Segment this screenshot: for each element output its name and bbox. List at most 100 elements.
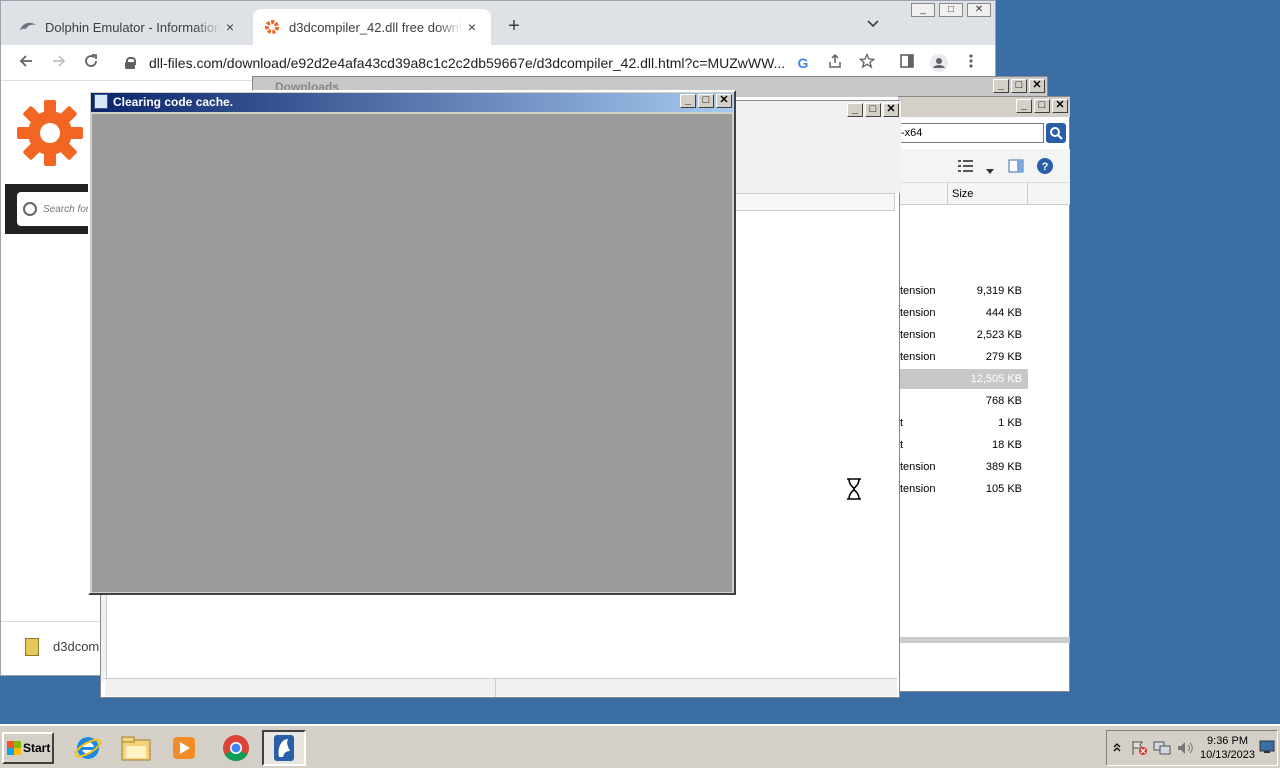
- close-button[interactable]: ✕: [967, 3, 991, 17]
- close-tab-icon[interactable]: ×: [221, 19, 239, 35]
- window-controls: _ □ ✕: [847, 103, 899, 117]
- dll-files-logo[interactable]: [15, 98, 85, 168]
- maximize-button[interactable]: □: [1011, 79, 1027, 93]
- system-tray: 9:36 PM 10/13/2023: [1106, 730, 1278, 766]
- file-row[interactable]: 12,505 KB: [898, 369, 1028, 389]
- file-size: 9,319 KB: [976, 285, 1022, 297]
- new-tab-button[interactable]: +: [504, 15, 524, 38]
- file-size: 105 KB: [985, 483, 1022, 495]
- file-type: tension: [900, 483, 936, 495]
- google-lens-icon[interactable]: G: [793, 53, 813, 73]
- dolphin-icon: [19, 18, 37, 36]
- reload-icon[interactable]: [81, 53, 101, 73]
- horizontal-scrollbar[interactable]: [898, 637, 1070, 643]
- maximize-button[interactable]: □: [865, 103, 881, 117]
- show-hidden-icons-chevron-icon[interactable]: [1113, 742, 1125, 755]
- file-explorer-icon[interactable]: [114, 730, 158, 766]
- file-size: 444 KB: [985, 307, 1022, 319]
- file-list-header: Size: [898, 183, 1070, 205]
- network-icon[interactable]: [1153, 740, 1171, 756]
- windows-flag-icon: [7, 741, 21, 755]
- close-button[interactable]: ✕: [883, 103, 899, 117]
- file-row[interactable]: tension 444 KB: [898, 303, 1028, 323]
- folder-path-field[interactable]: -x64: [898, 123, 1044, 143]
- file-type: tension: [900, 285, 936, 297]
- type-column-header[interactable]: [898, 183, 948, 204]
- zip-file-icon: [25, 638, 39, 656]
- file-row[interactable]: tension 105 KB: [898, 479, 1028, 499]
- dolphin-app-icon: [94, 94, 108, 109]
- file-row[interactable]: tension 279 KB: [898, 347, 1028, 367]
- tab-dolphin-emulator[interactable]: Dolphin Emulator - Information about ×: [9, 9, 249, 45]
- taskbar: Start 9:36 PM 10/13/2023: [0, 724, 1280, 768]
- profile-avatar-icon[interactable]: [929, 53, 949, 73]
- dolphin-icon[interactable]: [262, 730, 306, 766]
- side-panel-icon[interactable]: [897, 53, 917, 73]
- tab-d3dcompiler[interactable]: d3dcompiler_42.dll free download ×: [253, 9, 491, 45]
- chrome-icon[interactable]: [214, 730, 258, 766]
- clearing-code-cache-dialog: Clearing code cache. _ □ ✕: [88, 90, 736, 595]
- minimize-button[interactable]: _: [911, 3, 935, 17]
- file-type: t: [900, 417, 904, 429]
- internet-explorer-icon[interactable]: [66, 730, 110, 766]
- back-arrow-icon[interactable]: [16, 53, 36, 73]
- close-button[interactable]: ✕: [1029, 79, 1045, 93]
- maximize-button[interactable]: □: [1034, 99, 1050, 113]
- file-row[interactable]: tension 2,523 KB: [898, 325, 1028, 345]
- dialog-title: Clearing code cache.: [91, 93, 733, 112]
- file-type: tension: [900, 351, 936, 363]
- tab-search-chevron-icon[interactable]: [867, 17, 879, 31]
- system-clock[interactable]: 9:36 PM 10/13/2023: [1200, 734, 1255, 762]
- action-center-flag-icon[interactable]: [1130, 740, 1148, 756]
- browser-window-controls: _ □ ✕: [911, 3, 991, 17]
- search-icon[interactable]: [1046, 123, 1066, 143]
- file-row[interactable]: t 18 KB: [898, 435, 1028, 455]
- bookmark-star-icon[interactable]: [857, 52, 877, 73]
- file-row[interactable]: tension 9,319 KB: [898, 281, 1028, 301]
- file-row[interactable]: t 1 KB: [898, 413, 1028, 433]
- minimize-button[interactable]: _: [680, 94, 696, 108]
- show-desktop-icon[interactable]: [1259, 740, 1277, 756]
- view-options-icon[interactable]: [958, 159, 974, 176]
- minimize-button[interactable]: _: [1016, 99, 1032, 113]
- explorer-window-files: _ □ ✕ -x64 ? Size tension 9,319 KB tension…: [898, 96, 1070, 692]
- menu-kebab-icon[interactable]: [961, 53, 981, 73]
- file-row[interactable]: tension 389 KB: [898, 457, 1028, 477]
- file-type: t: [900, 439, 904, 451]
- file-size: 2,523 KB: [976, 329, 1022, 341]
- media-player-icon[interactable]: [162, 730, 206, 766]
- dialog-body: [92, 114, 732, 592]
- file-size: 389 KB: [985, 461, 1022, 473]
- close-button[interactable]: ✕: [716, 94, 732, 108]
- search-icon: [23, 202, 37, 216]
- site-search-input[interactable]: Search for: [17, 192, 97, 226]
- hourglass-cursor-icon: [846, 478, 862, 500]
- maximize-button[interactable]: □: [698, 94, 714, 108]
- file-size: 12,505 KB: [970, 373, 1022, 385]
- url-text: dll-files.com/download/e92d2e4afa43cd39a…: [149, 55, 786, 71]
- volume-icon[interactable]: [1176, 740, 1194, 756]
- start-button[interactable]: Start: [2, 732, 54, 764]
- file-type: tension: [900, 329, 936, 341]
- file-size: 279 KB: [985, 351, 1022, 363]
- tab-title: d3dcompiler_42.dll free download: [289, 19, 463, 35]
- close-button[interactable]: ✕: [1052, 99, 1068, 113]
- file-type: [898, 369, 958, 389]
- column-header-bar[interactable]: [731, 193, 895, 211]
- minimize-button[interactable]: _: [847, 103, 863, 117]
- dialog-window-controls: _ □ ✕: [680, 94, 732, 108]
- address-bar[interactable]: dll-files.com/download/e92d2e4afa43cd39a…: [113, 49, 883, 77]
- file-row[interactable]: 768 KB: [898, 391, 1028, 411]
- lock-icon: [125, 57, 136, 69]
- share-icon[interactable]: [825, 53, 845, 73]
- preview-pane-icon[interactable]: [1008, 158, 1024, 177]
- help-icon[interactable]: ?: [1036, 157, 1054, 178]
- chevron-down-icon[interactable]: [986, 163, 994, 177]
- maximize-button[interactable]: □: [939, 3, 963, 17]
- size-column-header[interactable]: Size: [948, 183, 1028, 204]
- close-tab-icon[interactable]: ×: [463, 19, 481, 35]
- file-size: 1 KB: [998, 417, 1022, 429]
- download-file-name[interactable]: d3dcom: [53, 639, 99, 654]
- forward-arrow-icon[interactable]: [49, 53, 69, 73]
- minimize-button[interactable]: _: [993, 79, 1009, 93]
